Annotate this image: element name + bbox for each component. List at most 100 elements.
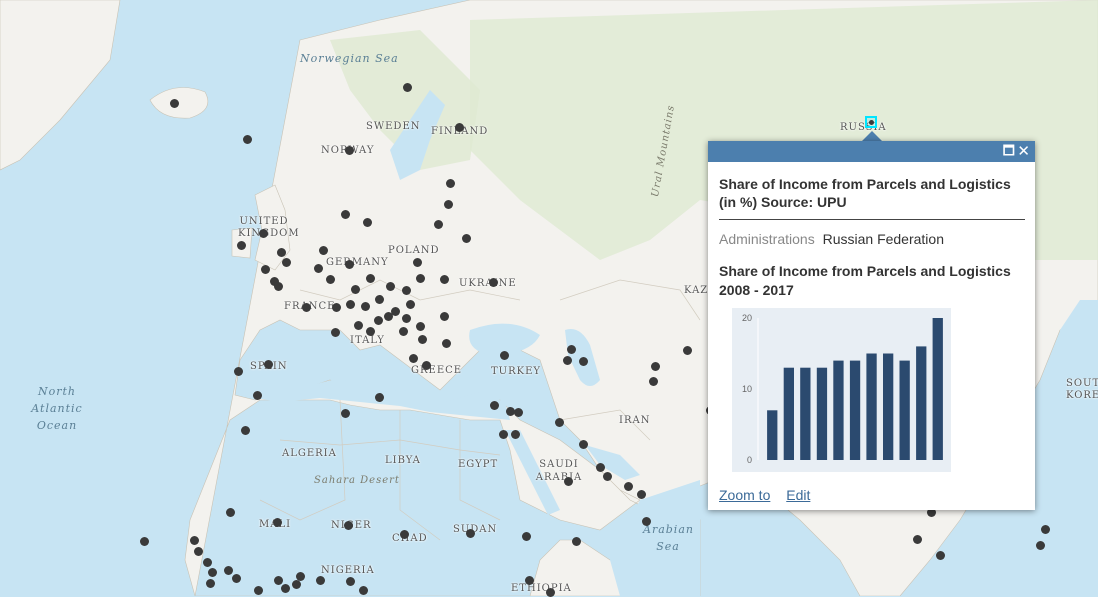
administration-point[interactable]: [499, 430, 508, 439]
edit-link[interactable]: Edit: [786, 487, 810, 503]
administration-point[interactable]: [203, 558, 212, 567]
chart-bar[interactable]: [899, 360, 910, 460]
administration-point[interactable]: [490, 401, 499, 410]
administration-point[interactable]: [402, 286, 411, 295]
administration-point[interactable]: [243, 135, 252, 144]
administration-point[interactable]: [579, 440, 588, 449]
administration-point[interactable]: [400, 530, 409, 539]
administration-point[interactable]: [232, 574, 241, 583]
administration-point[interactable]: [170, 99, 179, 108]
administration-point[interactable]: [282, 258, 291, 267]
administration-point[interactable]: [399, 327, 408, 336]
administration-point[interactable]: [296, 572, 305, 581]
administration-point[interactable]: [359, 586, 368, 595]
administration-point[interactable]: [418, 335, 427, 344]
chart-bar[interactable]: [849, 360, 861, 460]
administration-point[interactable]: [281, 584, 290, 593]
administration-point[interactable]: [363, 218, 372, 227]
administration-point[interactable]: [341, 210, 350, 219]
chart-bar[interactable]: [767, 410, 778, 460]
administration-point[interactable]: [332, 303, 341, 312]
administration-point[interactable]: [406, 300, 415, 309]
chart-bar[interactable]: [833, 360, 844, 460]
administration-point[interactable]: [444, 200, 453, 209]
administration-point[interactable]: [237, 241, 246, 250]
administration-point[interactable]: [649, 377, 658, 386]
administration-point[interactable]: [579, 357, 588, 366]
administration-point[interactable]: [683, 346, 692, 355]
administration-point[interactable]: [555, 418, 564, 427]
chart-bar[interactable]: [883, 353, 894, 461]
administration-point[interactable]: [637, 490, 646, 499]
administration-point[interactable]: [525, 576, 534, 585]
administration-point[interactable]: [261, 265, 270, 274]
administration-point[interactable]: [1036, 541, 1045, 550]
administration-point[interactable]: [913, 535, 922, 544]
administration-point[interactable]: [331, 328, 340, 337]
administration-point[interactable]: [273, 518, 282, 527]
chart-bar[interactable]: [783, 367, 794, 460]
administration-point[interactable]: [319, 246, 328, 255]
administration-point[interactable]: [434, 220, 443, 229]
administration-point[interactable]: [455, 123, 464, 132]
administration-point[interactable]: [375, 295, 384, 304]
administration-point[interactable]: [603, 472, 612, 481]
chart-bar[interactable]: [932, 318, 943, 460]
administration-point[interactable]: [466, 529, 475, 538]
maximize-icon[interactable]: 🗖: [1003, 143, 1015, 160]
administration-point[interactable]: [489, 278, 498, 287]
administration-point[interactable]: [208, 568, 217, 577]
administration-point[interactable]: [277, 248, 286, 257]
administration-point[interactable]: [374, 316, 383, 325]
administration-point[interactable]: [1041, 525, 1050, 534]
administration-point[interactable]: [361, 302, 370, 311]
administration-point[interactable]: [514, 408, 523, 417]
administration-point[interactable]: [384, 312, 393, 321]
administration-point[interactable]: [416, 322, 425, 331]
administration-point[interactable]: [442, 339, 451, 348]
administration-point[interactable]: [344, 521, 353, 530]
administration-point[interactable]: [292, 580, 301, 589]
administration-point[interactable]: [440, 275, 449, 284]
administration-point[interactable]: [241, 426, 250, 435]
bar-chart[interactable]: 0 10 20: [732, 308, 951, 472]
administration-point[interactable]: [190, 536, 199, 545]
chart-bar[interactable]: [816, 367, 828, 460]
administration-point[interactable]: [624, 482, 633, 491]
administration-point[interactable]: [413, 258, 422, 267]
administration-point[interactable]: [651, 362, 660, 371]
chart-bar[interactable]: [800, 367, 811, 460]
administration-point[interactable]: [416, 274, 425, 283]
administration-point[interactable]: [366, 327, 375, 336]
administration-point[interactable]: [346, 300, 355, 309]
chart-bar[interactable]: [916, 346, 927, 460]
administration-point[interactable]: [567, 345, 576, 354]
close-icon[interactable]: ✕: [1017, 143, 1030, 160]
administration-point[interactable]: [375, 393, 384, 402]
administration-point[interactable]: [302, 303, 311, 312]
administration-point[interactable]: [140, 537, 149, 546]
administration-point[interactable]: [596, 463, 605, 472]
administration-point[interactable]: [206, 579, 215, 588]
administration-point[interactable]: [563, 356, 572, 365]
administration-point[interactable]: [354, 321, 363, 330]
administration-point[interactable]: [402, 314, 411, 323]
administration-point[interactable]: [234, 367, 243, 376]
administration-point[interactable]: [403, 83, 412, 92]
administration-point[interactable]: [366, 274, 375, 283]
administration-point[interactable]: [274, 576, 283, 585]
administration-point[interactable]: [572, 537, 581, 546]
zoom-to-link[interactable]: Zoom to: [719, 487, 770, 503]
administration-point[interactable]: [326, 275, 335, 284]
administration-point[interactable]: [351, 285, 360, 294]
administration-point[interactable]: [259, 229, 268, 238]
administration-point[interactable]: [194, 547, 203, 556]
administration-point[interactable]: [564, 477, 573, 486]
administration-point[interactable]: [314, 264, 323, 273]
administration-point[interactable]: [224, 566, 233, 575]
selected-feature-marker[interactable]: [865, 116, 877, 128]
administration-point[interactable]: [254, 586, 263, 595]
administration-point[interactable]: [409, 354, 418, 363]
administration-point[interactable]: [936, 551, 945, 560]
administration-point[interactable]: [316, 576, 325, 585]
